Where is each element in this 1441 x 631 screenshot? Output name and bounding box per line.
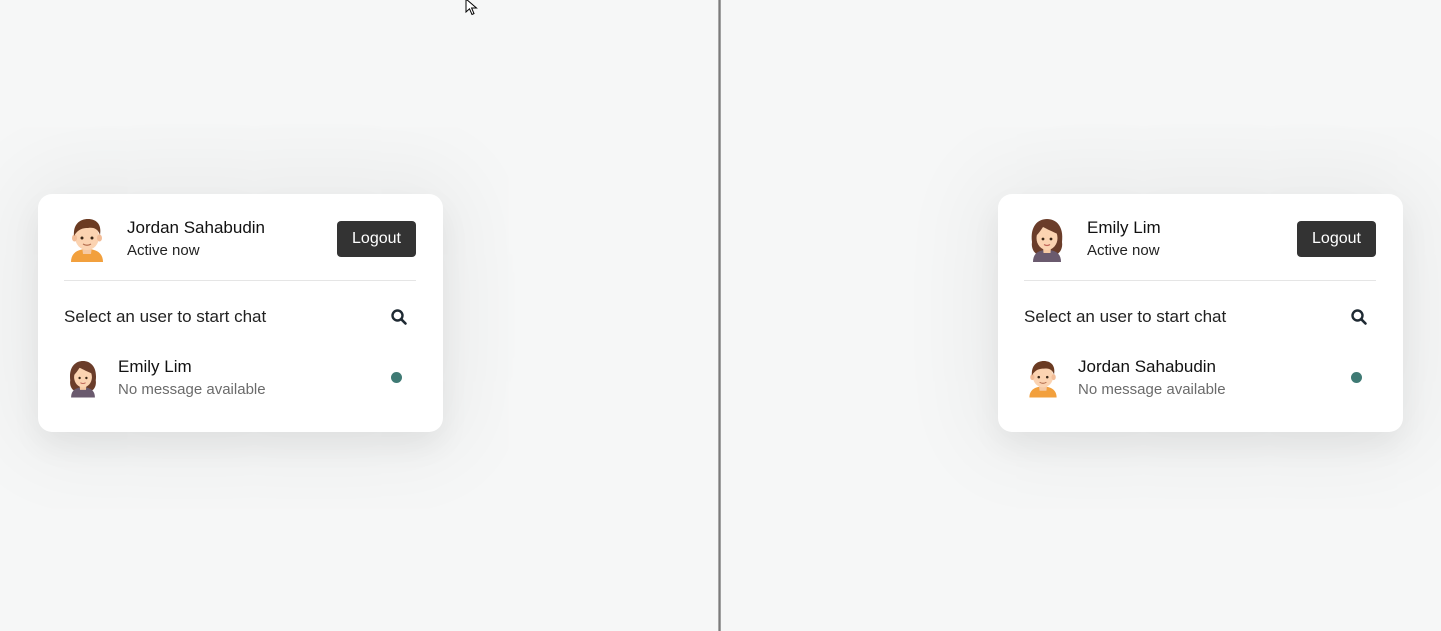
search-bar: Select an user to start chat	[64, 298, 416, 336]
female-avatar-icon	[1027, 216, 1067, 262]
search-prompt-text: Select an user to start chat	[1024, 307, 1227, 326]
search-bar: Select an user to start chat	[1024, 298, 1376, 336]
user-list-item-message: No message available	[118, 381, 266, 398]
search-icon	[391, 309, 407, 325]
user-list-item[interactable]: Emily Lim No message available	[64, 354, 416, 402]
search-button[interactable]	[1342, 300, 1376, 334]
logout-button[interactable]: Logout	[337, 221, 416, 257]
search-prompt-text: Select an user to start chat	[64, 307, 267, 326]
user-header: Emily Lim Active now Logout	[1024, 212, 1376, 281]
mouse-cursor-icon	[465, 0, 478, 16]
browser-pane-right: Emily Lim Active now Logout Select an us…	[721, 0, 1441, 631]
online-status-dot	[391, 372, 402, 383]
male-avatar-icon	[67, 216, 107, 262]
browser-pane-left: Jordan Sahabudin Active now Logout Selec…	[0, 0, 718, 631]
male-avatar-icon	[1026, 358, 1060, 398]
current-user-status: Active now	[1087, 242, 1160, 259]
search-button[interactable]	[382, 300, 416, 334]
online-status-dot	[1351, 372, 1362, 383]
user-header: Jordan Sahabudin Active now Logout	[64, 212, 416, 281]
chat-users-card: Jordan Sahabudin Active now Logout Selec…	[38, 194, 443, 432]
current-user-status: Active now	[127, 242, 200, 259]
user-list-item[interactable]: Jordan Sahabudin No message available	[1024, 354, 1376, 402]
female-avatar-icon	[66, 358, 100, 398]
logout-button[interactable]: Logout	[1297, 221, 1376, 257]
current-user-name: Jordan Sahabudin	[127, 218, 266, 237]
user-list-item-name: Jordan Sahabudin	[1078, 357, 1217, 376]
user-list-item-message: No message available	[1078, 381, 1226, 398]
chat-users-card: Emily Lim Active now Logout Select an us…	[998, 194, 1403, 432]
search-icon	[1351, 309, 1367, 325]
current-user-name: Emily Lim	[1087, 218, 1161, 237]
user-list-item-name: Emily Lim	[118, 357, 192, 376]
